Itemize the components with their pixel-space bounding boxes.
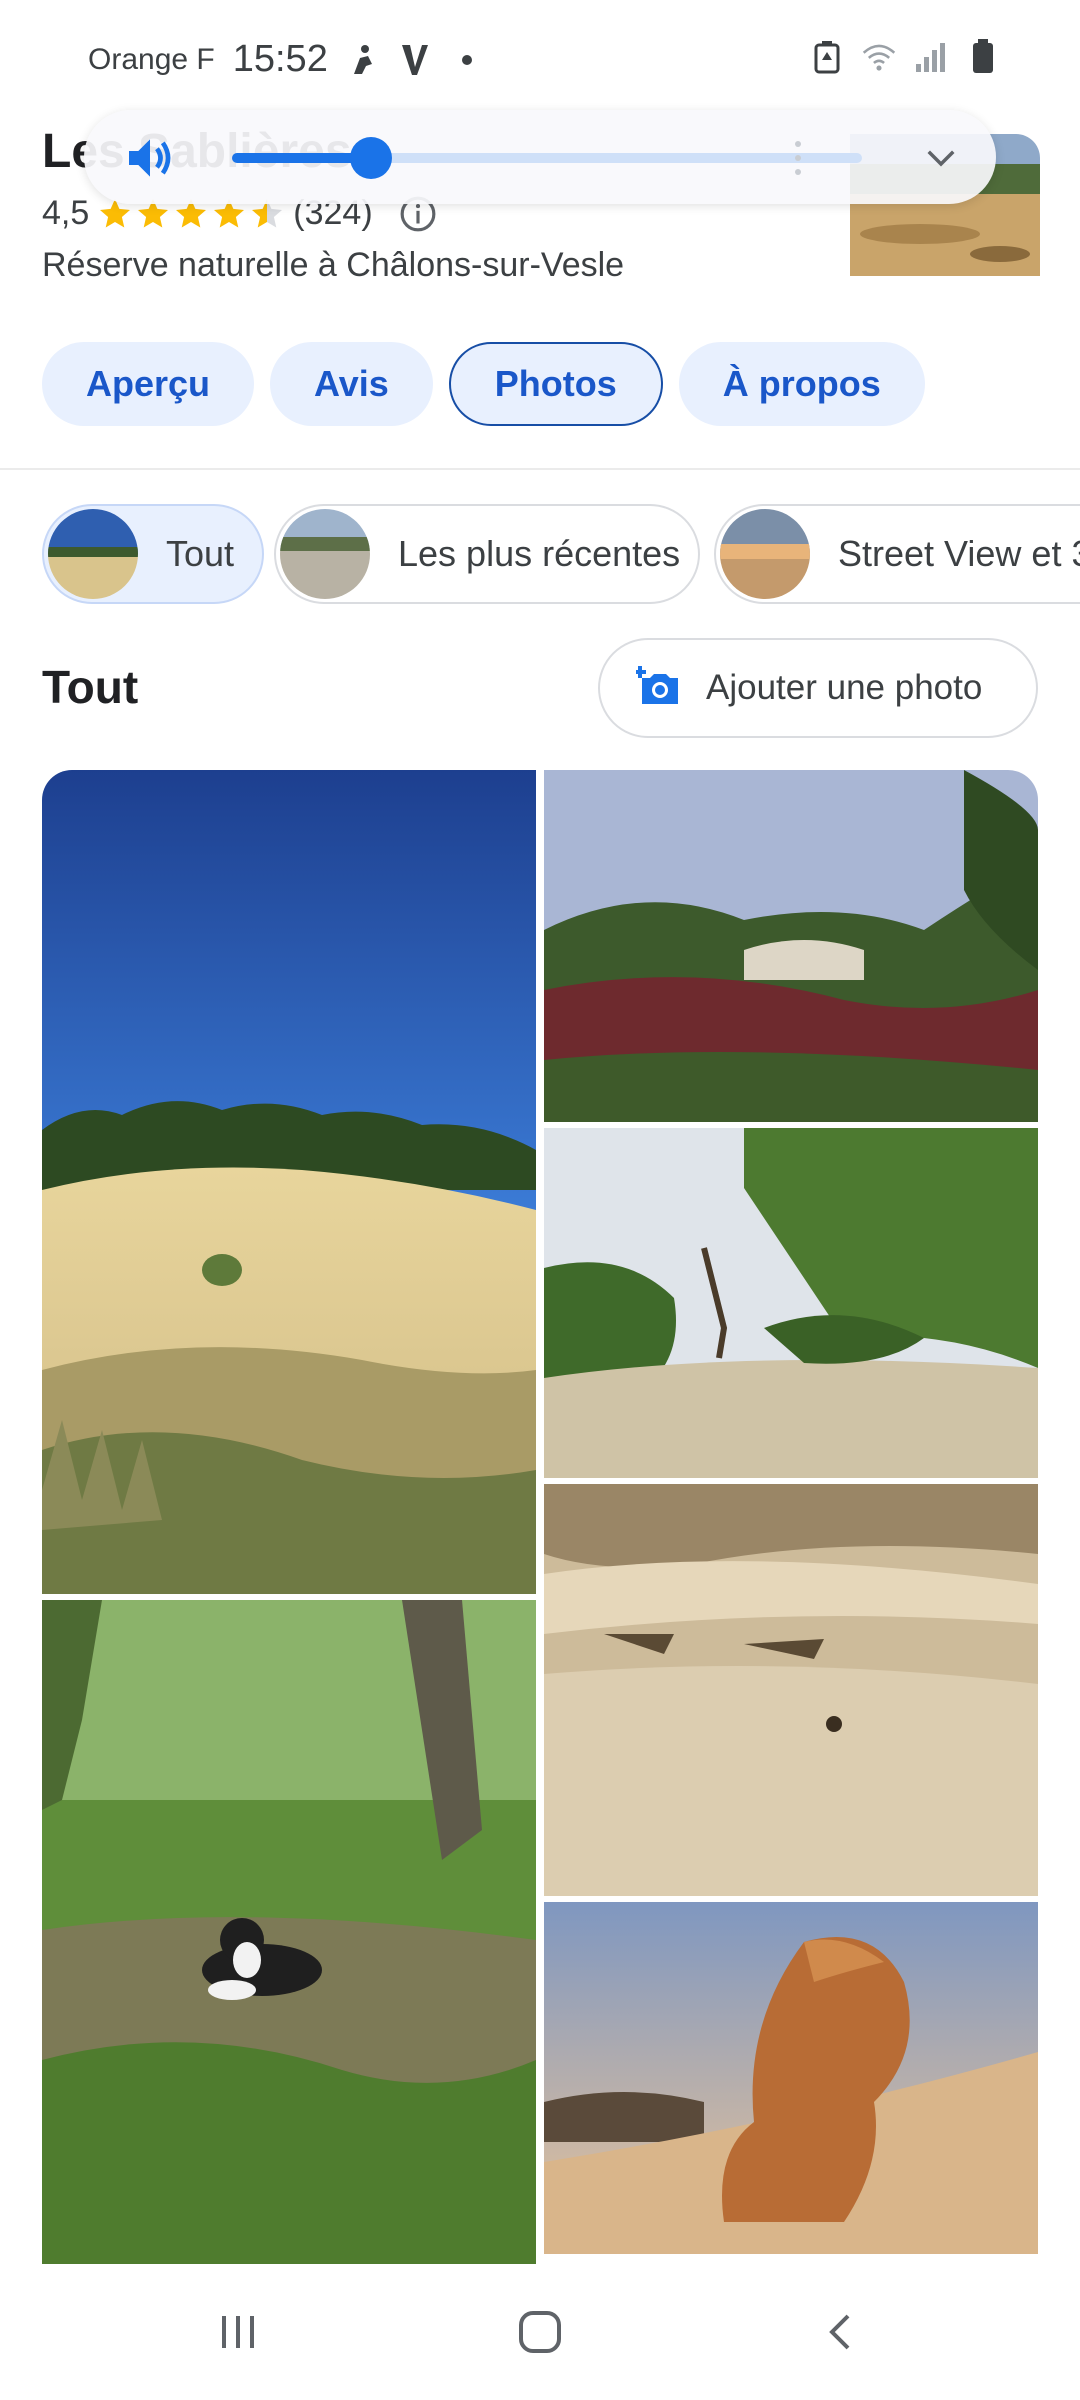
- chip-thumbnail: [48, 509, 138, 599]
- volume-panel[interactable]: [84, 110, 996, 204]
- battery-saver-icon: [810, 40, 844, 74]
- add-photo-button[interactable]: Ajouter une photo: [598, 638, 1038, 738]
- place-type: Réserve naturelle à Châlons-sur-Vesle: [42, 246, 625, 284]
- tab-reviews[interactable]: Avis: [270, 342, 433, 426]
- add-photo-label: Ajouter une photo: [706, 668, 983, 707]
- photo-sandstone-closeup[interactable]: [544, 1484, 1038, 1896]
- fitness-icon: [346, 43, 380, 77]
- back-icon: [829, 2314, 850, 2350]
- photo-sandy-path[interactable]: [544, 1128, 1038, 1478]
- tab-about[interactable]: À propos: [678, 342, 925, 426]
- chip-label: Street View et 360°: [838, 533, 1080, 574]
- home-button[interactable]: [508, 2300, 572, 2364]
- divider: [0, 468, 1080, 470]
- photo-dog-forest[interactable]: [42, 1600, 536, 2264]
- notification-dot-icon: [450, 43, 484, 77]
- chip-label: Tout: [166, 533, 235, 574]
- chip-all[interactable]: Tout: [42, 504, 264, 604]
- volume-thumb[interactable]: [349, 137, 392, 179]
- signal-icon: [914, 40, 948, 74]
- speaker-icon[interactable]: [122, 130, 178, 186]
- photo-rock-formation[interactable]: [544, 1902, 1038, 2254]
- tab-photos[interactable]: Photos: [448, 342, 663, 426]
- section-title: Tout: [42, 661, 139, 713]
- photo-grid: [42, 770, 1038, 2264]
- volume-slider[interactable]: [232, 137, 862, 179]
- status-time: 15:52: [232, 38, 328, 80]
- carrier-label: Orange F: [88, 42, 215, 76]
- photo-sand-quarry[interactable]: [42, 770, 536, 1594]
- place-tabs: Aperçu Avis Photos À propos: [42, 342, 925, 426]
- battery-icon: [966, 39, 1000, 74]
- photo-red-shrubs[interactable]: [544, 770, 1038, 1122]
- recents-button[interactable]: [206, 2300, 270, 2364]
- home-icon: [519, 2311, 561, 2353]
- tab-overview[interactable]: Aperçu: [42, 342, 255, 426]
- system-nav-bar: [0, 2264, 1080, 2400]
- more-vert-icon: [795, 141, 801, 175]
- chip-thumbnail: [720, 509, 810, 599]
- status-bar: Orange F 15:52: [0, 0, 1080, 110]
- chip-street-view[interactable]: Street View et 360°: [714, 504, 1080, 604]
- wifi-icon: [862, 40, 896, 74]
- back-button[interactable]: [810, 2300, 874, 2364]
- app-notification-icon: [398, 43, 432, 77]
- photo-category-chips: Tout Les plus récentes Street View et 36…: [42, 504, 1080, 604]
- chip-recent[interactable]: Les plus récentes: [274, 504, 700, 604]
- rating-value: 4,5: [42, 194, 90, 232]
- add-photo-icon: [636, 666, 678, 704]
- chevron-down-icon[interactable]: [920, 136, 962, 178]
- chip-label: Les plus récentes: [398, 533, 681, 574]
- chip-thumbnail: [280, 509, 370, 599]
- recents-icon: [222, 2316, 254, 2348]
